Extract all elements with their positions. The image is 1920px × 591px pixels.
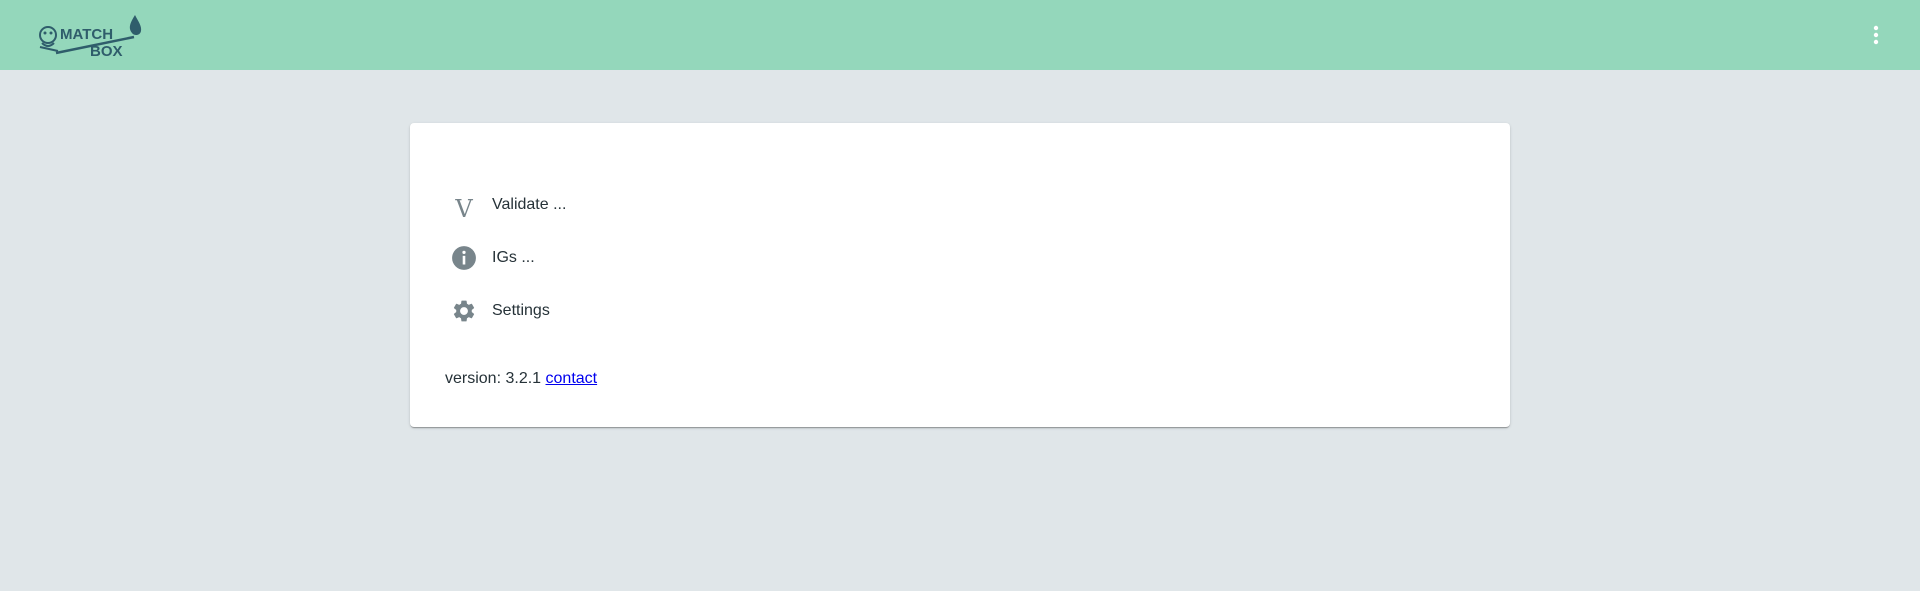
logo-text-box: BOX: [90, 43, 123, 59]
matchbox-logo[interactable]: MATCH BOX: [34, 11, 146, 59]
nav-item-label: IGs ...: [492, 248, 535, 266]
info-icon: [446, 244, 482, 272]
contact-link[interactable]: contact: [546, 370, 598, 387]
nav-item-label: Validate ...: [492, 195, 567, 213]
nav-list: V Validate ... IGs ... Settings: [446, 178, 846, 337]
app-toolbar: MATCH BOX: [0, 0, 1920, 70]
more-vert-icon: [1873, 25, 1879, 45]
nav-item-igs[interactable]: IGs ...: [446, 231, 846, 284]
matchbox-logo-icon: MATCH BOX: [39, 15, 142, 59]
gear-icon: [446, 297, 482, 325]
main-card: V Validate ... IGs ... Settings version:…: [410, 123, 1510, 427]
nav-item-label: Settings: [492, 301, 550, 319]
more-menu-button[interactable]: [1856, 15, 1896, 55]
nav-item-validate[interactable]: V Validate ...: [446, 178, 846, 231]
version-footer: version: 3.2.1 contact: [445, 370, 597, 388]
nav-item-settings[interactable]: Settings: [446, 284, 846, 337]
version-text: version: 3.2.1: [445, 370, 542, 387]
v-letter-icon: V: [455, 194, 473, 223]
logo-text-match: MATCH: [60, 26, 113, 43]
